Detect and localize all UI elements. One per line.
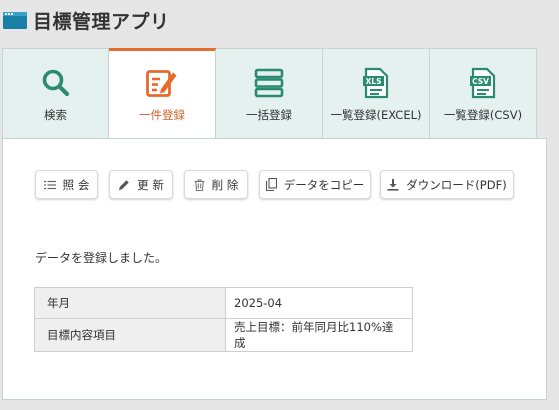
download-icon <box>387 178 399 191</box>
tab-excel-register[interactable]: XLS 一覧登録(EXCEL) <box>323 48 430 138</box>
download-pdf-button-label: ダウンロード(PDF) <box>406 177 507 192</box>
content-panel: 照 会 更 新 削 除 データをコピー ダウンロード(PDF) データを登録しま… <box>2 138 547 400</box>
delete-button-label: 削 除 <box>211 177 239 192</box>
inquiry-button-label: 照 会 <box>62 177 90 192</box>
download-pdf-button[interactable]: ダウンロード(PDF) <box>380 170 514 199</box>
app-logo-icon <box>3 12 27 29</box>
update-button-label: 更 新 <box>137 177 164 192</box>
svg-text:XLS: XLS <box>366 77 382 86</box>
svg-text:CSV: CSV <box>472 77 489 86</box>
tab-csv-register-label: 一覧登録(CSV) <box>443 108 523 122</box>
list-lines-icon <box>43 180 56 190</box>
copy-data-button[interactable]: データをコピー <box>259 170 371 199</box>
app-header: 目標管理アプリ <box>0 0 559 42</box>
tab-bar: 検索 一件登録 一括登録 XLS 一覧登録(EXCEL) CSV 一覧登録(CS… <box>2 48 539 138</box>
edit-icon <box>145 67 179 99</box>
app-title: 目標管理アプリ <box>33 11 170 33</box>
tab-bulk-register[interactable]: 一括登録 <box>216 48 323 138</box>
list-icon <box>254 67 284 99</box>
field-label-goal-content: 目標内容項目 <box>34 318 226 352</box>
tab-csv-register[interactable]: CSV 一覧登録(CSV) <box>430 48 537 138</box>
csv-file-icon: CSV <box>468 67 498 99</box>
table-row: 年月 2025-04 <box>34 287 413 319</box>
xls-file-icon: XLS <box>361 67 391 99</box>
tab-bulk-register-label: 一括登録 <box>246 108 292 122</box>
status-message: データを登録しました。 <box>35 251 168 265</box>
tab-single-register-label: 一件登録 <box>139 108 185 122</box>
tab-search-label: 検索 <box>44 108 67 122</box>
search-icon <box>41 67 71 99</box>
trash-icon <box>194 178 205 191</box>
field-label-year-month: 年月 <box>34 287 226 319</box>
delete-button[interactable]: 削 除 <box>184 170 248 199</box>
field-value-year-month: 2025-04 <box>225 287 413 319</box>
pencil-icon <box>118 179 130 191</box>
copy-data-button-label: データをコピー <box>283 177 365 192</box>
field-value-goal-content: 売上目標：前年同月比110%達成 <box>225 318 413 352</box>
tab-excel-register-label: 一覧登録(EXCEL) <box>330 108 422 122</box>
table-row: 目標内容項目 売上目標：前年同月比110%達成 <box>34 318 413 352</box>
tab-search[interactable]: 検索 <box>2 48 109 138</box>
record-table: 年月 2025-04 目標内容項目 売上目標：前年同月比110%達成 <box>34 287 413 352</box>
update-button[interactable]: 更 新 <box>109 170 173 199</box>
inquiry-button[interactable]: 照 会 <box>35 170 98 199</box>
tab-single-register[interactable]: 一件登録 <box>109 48 216 138</box>
copy-icon <box>265 178 277 191</box>
